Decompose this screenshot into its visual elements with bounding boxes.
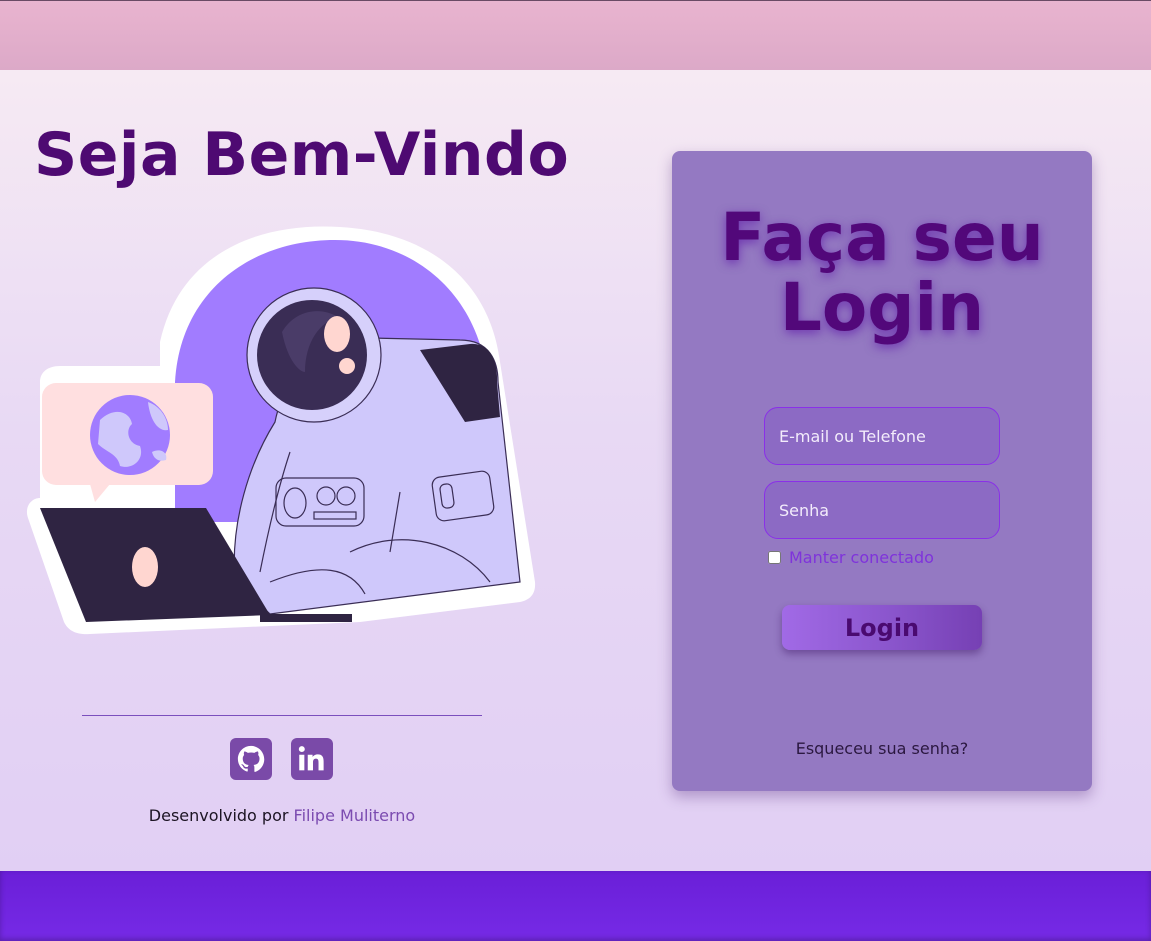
remember-checkbox[interactable] <box>768 551 781 564</box>
github-link[interactable] <box>230 738 272 780</box>
linkedin-link[interactable] <box>291 738 333 780</box>
github-icon <box>237 745 265 772</box>
credits-prefix: Desenvolvido por <box>148 806 289 825</box>
remember-me: Manter conectado <box>768 548 934 567</box>
welcome-title: Seja Bem-Vindo <box>34 120 570 190</box>
author-link[interactable]: Filipe Muliterno <box>294 806 416 825</box>
password-field[interactable] <box>764 481 1000 539</box>
login-title-line2: Login <box>779 269 985 346</box>
login-title: Faça seu Login <box>672 203 1092 343</box>
social-links <box>230 738 334 782</box>
email-field[interactable] <box>764 407 1000 465</box>
astronaut-illustration <box>26 226 536 635</box>
remember-label[interactable]: Manter conectado <box>789 548 934 567</box>
linkedin-icon <box>298 746 324 771</box>
top-bar <box>0 0 1151 70</box>
login-button[interactable]: Login <box>782 605 982 650</box>
bottom-bar <box>0 871 1151 941</box>
login-title-line1: Faça seu <box>720 199 1044 276</box>
forgot-password-link[interactable]: Esqueceu sua senha? <box>672 739 1092 758</box>
footer-divider <box>82 715 482 716</box>
credits: Desenvolvido por Filipe Muliterno <box>82 806 482 825</box>
login-card: Faça seu Login Manter conectado Login Es… <box>672 151 1092 791</box>
